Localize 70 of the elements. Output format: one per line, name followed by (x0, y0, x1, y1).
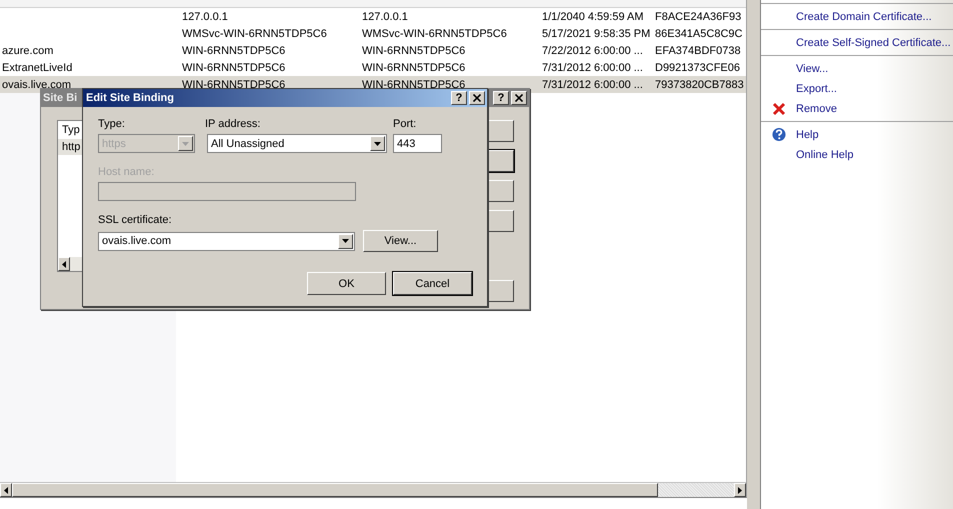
table-cell: 5/17/2021 9:58:35 PM (542, 28, 650, 40)
table-cell: ovais.live.com (2, 78, 72, 90)
scroll-left-button[interactable] (0, 483, 12, 497)
table-cell: WMSvc-WIN-6RNN5TDP5C6 (182, 28, 327, 40)
field-label: Port: (393, 118, 418, 131)
scroll-thumb[interactable] (12, 483, 658, 497)
table-cell: 127.0.0.1 (362, 10, 408, 22)
list-row[interactable]: http (62, 141, 80, 153)
table-row[interactable]: WMSvc-WIN-6RNN5TDP5C6 WMSvc-WIN-6RNN5TDP5C6 5/17/2021 9:58:35 PM 86E341A5C8C9C (0, 25, 746, 42)
dialog-button[interactable] (488, 210, 514, 232)
field-label: IP address: (205, 118, 262, 131)
table-cell: WIN-6RNN5TDP5C6 (182, 78, 286, 90)
cross-icon (772, 102, 786, 116)
table-cell: azure.com (2, 44, 54, 56)
action-link[interactable]: View... (761, 55, 953, 76)
table-cell: WMSvc-WIN-6RNN5TDP5C6 (362, 28, 507, 40)
help-icon (772, 127, 786, 142)
table-cell: 7/31/2012 6:00:00 ... (542, 78, 643, 90)
table-cell: 79373820CB7883 (655, 78, 744, 90)
scroll-right-button[interactable] (734, 483, 746, 497)
ok-button[interactable]: OK (307, 272, 386, 295)
table-cell: D9921373CFE06 (655, 62, 740, 74)
table-cell: WIN-6RNN5TDP5C6 (362, 78, 466, 90)
caret-icon (374, 142, 381, 146)
action-link[interactable]: Create Self-Signed Certificate... (761, 29, 953, 50)
dialog-button[interactable] (488, 180, 514, 202)
action-link[interactable]: Create Domain Certificate... (761, 3, 953, 24)
ip-address-dropdown[interactable]: All Unassigned (207, 134, 387, 153)
table-cell: WIN-6RNN5TDP5C6 (362, 44, 466, 56)
table-cell: WIN-6RNN5TDP5C6 (182, 62, 286, 74)
table-row[interactable]: ExtranetLiveId WIN-6RNN5TDP5C6 WIN-6RNN5TDP5C6 7/31/2012 6:00:00 ... D9921373CFE06 (0, 59, 746, 76)
help-button[interactable]: ? (451, 91, 467, 105)
table-cell: 1/1/2040 4:59:59 AM (542, 10, 644, 22)
table-cell: 86E341A5C8C9C (655, 28, 742, 40)
cancel-button[interactable]: Cancel (393, 272, 472, 295)
close-icon (473, 94, 481, 102)
table-cell: 7/31/2012 6:00:00 ... (542, 62, 643, 74)
table-cell: 7/22/2012 6:00:00 ... (542, 44, 643, 56)
caret-icon (342, 239, 349, 243)
dialog-button[interactable] (488, 150, 514, 172)
port-field[interactable]: 443 (393, 134, 442, 153)
close-icon (515, 94, 523, 102)
field-label: SSL certificate: (98, 214, 173, 227)
table-row[interactable]: 127.0.0.1 127.0.0.1 1/1/2040 4:59:59 AM F8ACE24A36F93 (0, 8, 746, 25)
left-arrow-icon (62, 260, 66, 268)
scroll-left-button[interactable] (58, 257, 70, 271)
right-arrow-icon (738, 486, 742, 494)
dialog-button[interactable] (488, 120, 514, 142)
table-cell: F8ACE24A36F93 (655, 10, 742, 22)
table-cell: WIN-6RNN5TDP5C6 (182, 44, 286, 56)
dialog-title: Edit Site Binding (86, 92, 174, 104)
column-header: Typ (62, 124, 80, 136)
horizontal-scrollbar[interactable] (0, 482, 746, 497)
action-link[interactable]: Export... (761, 81, 953, 96)
action-link[interactable]: Remove (761, 101, 953, 116)
dialog-title: Site Bi (43, 92, 78, 104)
view-button[interactable]: View... (363, 230, 438, 252)
left-arrow-icon (4, 486, 8, 494)
close-button[interactable] (469, 91, 485, 105)
table-cell: ExtranetLiveId (2, 62, 72, 74)
action-link[interactable]: Online Help (761, 147, 953, 162)
caret-icon (182, 142, 189, 146)
table-cell: WIN-6RNN5TDP5C6 (362, 62, 466, 74)
table-cell: 127.0.0.1 (182, 10, 228, 22)
field-label: Type: (98, 118, 126, 131)
table-cell: EFA374BDF0738 (655, 44, 741, 56)
dialog-button[interactable] (488, 280, 514, 302)
ssl-certificate-dropdown[interactable]: ovais.live.com (98, 232, 355, 250)
table-row[interactable]: azure.com WIN-6RNN5TDP5C6 WIN-6RNN5TDP5C6 7/22/2012 6:00:00 ... EFA374BDF0738 (0, 42, 746, 59)
action-link[interactable]: Help (761, 121, 953, 142)
